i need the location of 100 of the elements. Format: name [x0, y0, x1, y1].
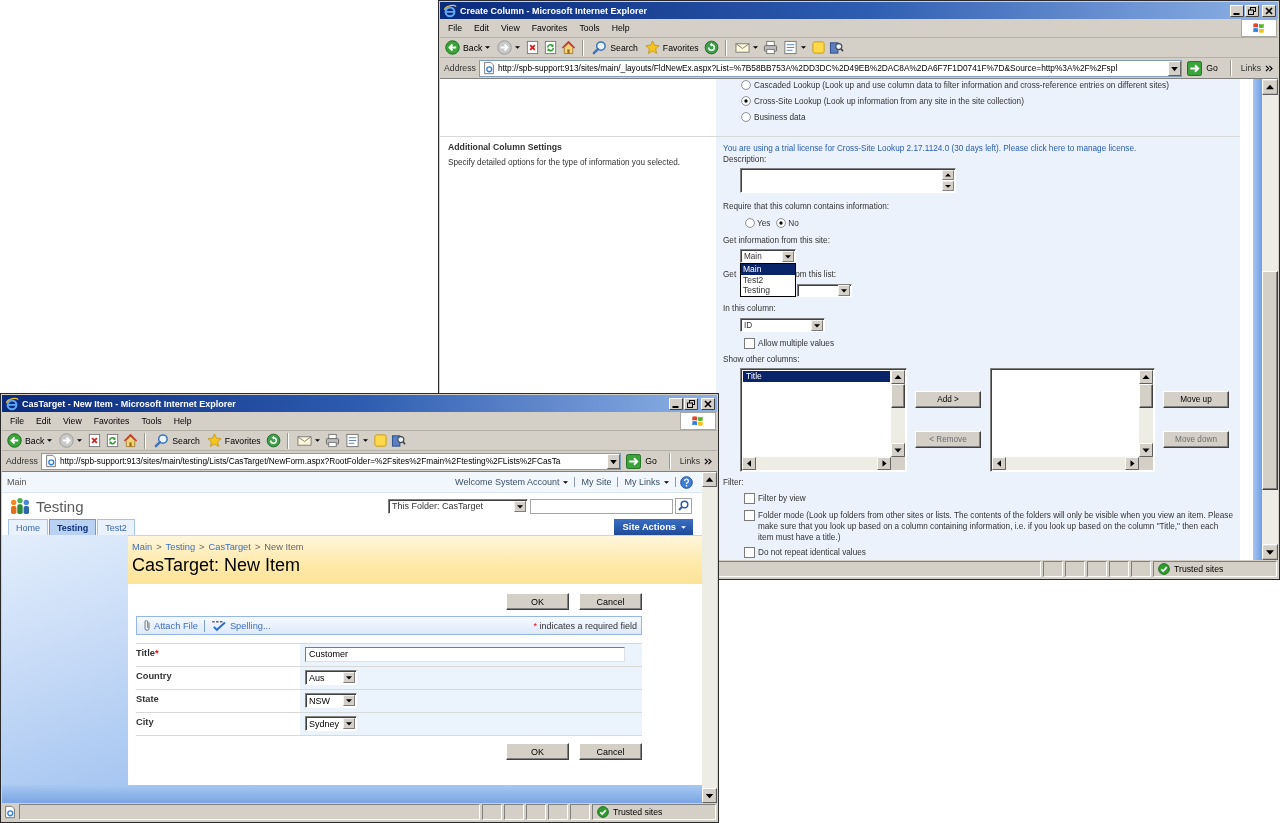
text-field[interactable]: Customer — [305, 647, 625, 662]
dropdown-arrow-icon[interactable] — [343, 695, 355, 706]
nav-tab[interactable]: Home — [8, 519, 48, 535]
back-button[interactable]: Back — [5, 431, 55, 450]
go-button[interactable]: Go — [624, 453, 663, 469]
scroll-down-icon[interactable] — [1262, 544, 1278, 560]
dropdown-option[interactable]: Main — [741, 264, 795, 275]
radio-button[interactable] — [741, 80, 751, 90]
scrollbar[interactable] — [702, 472, 717, 803]
address-field[interactable]: http://spb-support:913/sites/main/_layouts/FldNewEx.aspx?List=%7B58BB753A%2DD3DC%2D49EB%2DAC8A%2DA6F7F1D0741F%7D&Source=http%3A%2F%2Fspl — [478, 59, 1183, 77]
minimize-icon[interactable] — [1230, 4, 1244, 17]
move-up-button[interactable]: Move up — [1163, 391, 1229, 408]
book-magnifier-icon[interactable] — [390, 433, 406, 448]
search-scope-dropdown[interactable]: This Folder: CasTarget — [388, 498, 528, 514]
forward-button[interactable] — [57, 431, 85, 450]
scroll-thumb[interactable] — [1262, 271, 1278, 490]
dropdown-arrow-icon[interactable] — [782, 250, 794, 262]
scroll-up-icon[interactable] — [702, 472, 717, 487]
dropdown[interactable]: Aus — [305, 670, 357, 685]
menu-item[interactable]: View — [495, 20, 526, 36]
restore-icon[interactable] — [1245, 4, 1259, 17]
columns-listbox[interactable]: Title — [740, 368, 907, 472]
menu-item[interactable]: Favorites — [525, 20, 574, 36]
checkbox[interactable] — [744, 337, 755, 349]
dropdown-arrow-icon[interactable] — [1168, 60, 1182, 76]
scrollbar[interactable] — [891, 370, 905, 457]
list-option[interactable]: Title — [743, 371, 890, 382]
help-icon[interactable] — [680, 475, 693, 489]
scroll-up-icon[interactable] — [891, 370, 905, 384]
scroll-down-icon[interactable] — [942, 181, 954, 191]
minimize-icon[interactable] — [669, 397, 683, 410]
scroll-up-icon[interactable] — [1139, 370, 1153, 384]
checkbox[interactable] — [744, 493, 755, 504]
book-magnifier-icon[interactable] — [828, 40, 844, 55]
dropdown-option[interactable]: Test2 — [741, 274, 795, 285]
dropdown[interactable]: Main — [740, 249, 796, 263]
columns-listbox[interactable] — [990, 368, 1155, 472]
menu-item[interactable]: Favorites — [87, 413, 136, 429]
dropdown-option[interactable]: Testing — [741, 285, 795, 296]
close-icon[interactable] — [701, 397, 715, 410]
scroll-left-icon[interactable] — [992, 457, 1006, 470]
scrollbar[interactable] — [1139, 370, 1153, 457]
forward-button[interactable] — [495, 38, 523, 57]
breadcrumb-link[interactable]: Testing — [165, 542, 196, 553]
menu-item[interactable]: Edit — [30, 413, 57, 429]
favorites-button[interactable]: Favorites — [204, 431, 263, 450]
attach-file-link[interactable]: Attach File — [141, 619, 204, 632]
dropdown-arrow-icon[interactable] — [343, 672, 355, 683]
scroll-down-icon[interactable] — [702, 788, 717, 803]
dropdown-arrow-icon[interactable] — [838, 285, 850, 296]
scroll-up-icon[interactable] — [942, 170, 954, 180]
dropdown-arrow-icon[interactable] — [607, 453, 621, 469]
go-button[interactable]: Go — [1185, 60, 1224, 76]
scroll-right-icon[interactable] — [1125, 457, 1139, 470]
scroll-thumb[interactable] — [891, 384, 905, 408]
scrollbar[interactable] — [1262, 79, 1278, 560]
scroll-thumb[interactable] — [1139, 384, 1153, 408]
action-button[interactable]: OK — [506, 593, 569, 610]
breadcrumb-link[interactable]: CasTarget — [208, 542, 251, 553]
menu-item[interactable]: Help — [167, 413, 198, 429]
home-icon[interactable] — [561, 40, 577, 55]
scrollbar[interactable] — [742, 457, 891, 470]
menu-item[interactable]: Tools — [135, 413, 168, 429]
dropdown[interactable] — [797, 284, 852, 297]
menu-link[interactable]: Welcome System Account — [449, 477, 576, 487]
back-button[interactable]: Back — [443, 38, 493, 57]
radio-button[interactable] — [745, 218, 755, 228]
action-button[interactable]: Cancel — [579, 593, 642, 610]
refresh-icon[interactable] — [105, 433, 121, 448]
home-icon[interactable] — [123, 433, 139, 448]
stop-icon[interactable] — [87, 433, 103, 448]
nav-tab[interactable]: Testing — [49, 519, 97, 535]
dropdown-arrow-icon[interactable] — [811, 319, 823, 331]
printer-icon[interactable] — [324, 433, 340, 448]
site-actions-menu[interactable]: Site Actions — [613, 519, 693, 535]
dropdown-arrow-icon[interactable] — [514, 500, 526, 512]
search-button[interactable]: Search — [590, 38, 640, 57]
menu-item[interactable]: File — [4, 413, 30, 429]
close-icon[interactable] — [1262, 4, 1276, 17]
license-link[interactable]: You are using a trial license for Cross-Site Lookup 2.17.1124.0 (30 days left). Please click here to manage license. — [723, 143, 1240, 154]
dropdown[interactable]: NSW — [305, 693, 357, 708]
links-button[interactable]: Links — [1237, 63, 1276, 73]
printer-icon[interactable] — [762, 40, 778, 55]
checkbox[interactable] — [744, 547, 755, 558]
dropdown[interactable]: ID — [740, 318, 825, 332]
refresh-icon[interactable] — [543, 40, 559, 55]
radio-button[interactable] — [741, 96, 751, 106]
search-field[interactable] — [530, 498, 673, 514]
dropdown[interactable]: Sydney — [305, 716, 358, 731]
address-field[interactable]: http://spb-support:913/sites/main/testing/Lists/CasTarget/NewForm.aspx?RootFolder=%2Fsites%2Fmain%2Ftesting%2FLists%2FCasTa — [40, 452, 622, 470]
action-button[interactable]: Cancel — [579, 743, 642, 760]
description-field[interactable] — [740, 168, 956, 193]
favorites-button[interactable]: Favorites — [642, 38, 701, 57]
menu-item[interactable]: Help — [605, 20, 636, 36]
scroll-down-icon[interactable] — [1139, 443, 1153, 457]
scroll-right-icon[interactable] — [877, 457, 891, 470]
dropdown-arrow-icon[interactable] — [343, 718, 356, 729]
menu-item[interactable]: Edit — [468, 20, 495, 36]
scroll-up-icon[interactable] — [1262, 79, 1278, 95]
menu-item[interactable]: File — [442, 20, 468, 36]
